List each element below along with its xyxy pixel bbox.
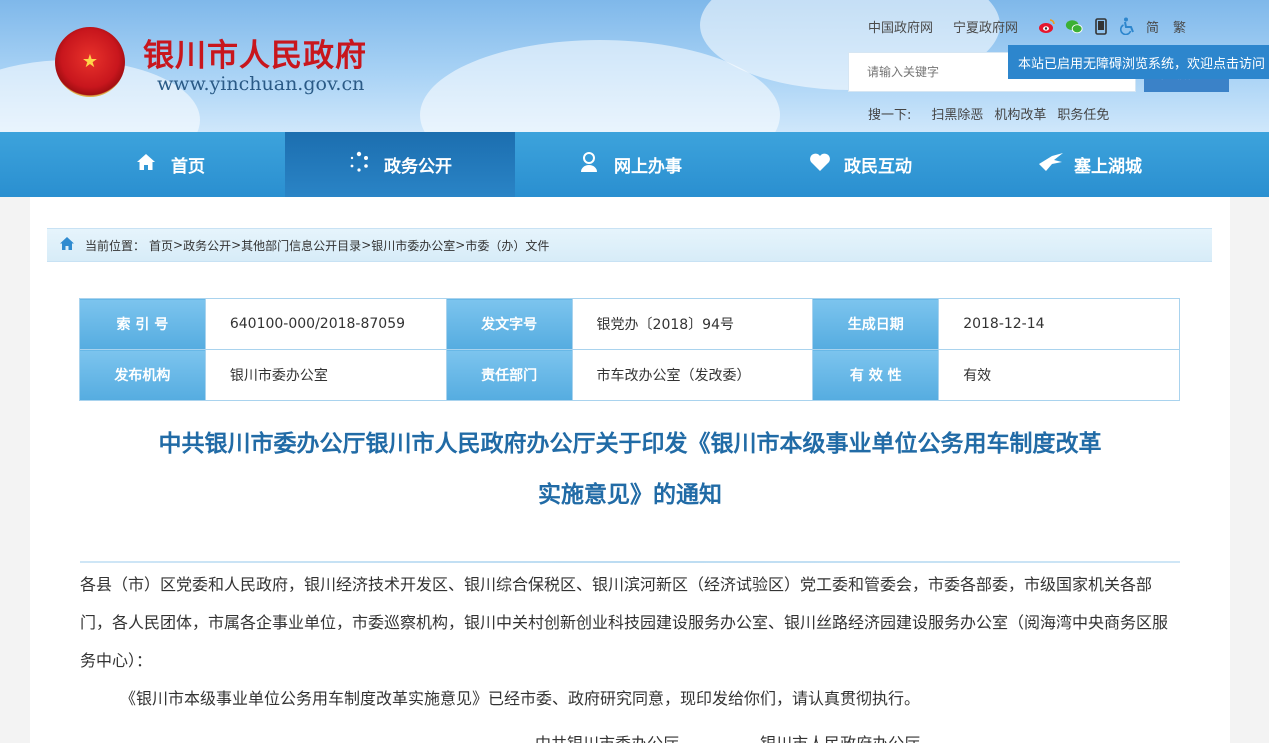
nav-label: 网上办事 [614,157,682,177]
hot-link-2[interactable]: 机构改革 [994,104,1046,123]
lang-simplified[interactable]: 简 [1146,17,1159,36]
meta-label: 索 引 号 [79,298,206,350]
meta-label: 有 效 性 [812,349,940,401]
breadcrumb-prefix: 当前位置： [85,238,146,253]
breadcrumb-item-home[interactable]: 首页 [149,237,173,254]
document-meta-table: 索 引 号 640100-000/2018-87059 发文字号 银党办〔201… [79,298,1180,401]
dots-icon [348,151,370,178]
nav-label: 政务公开 [384,157,452,177]
breadcrumb-item-documents[interactable]: 市委（办）文件 [465,237,549,254]
meta-label: 发布机构 [79,349,206,401]
nav-label: 首页 [171,157,205,177]
breadcrumb-separator: > [455,238,466,252]
breadcrumb-separator: > [231,238,242,252]
national-emblem-logo[interactable]: ★ [55,27,125,97]
table-row: 发布机构 银川市委办公室 责任部门 市车改办公室（发改委） 有 效 性 有效 [79,349,1180,401]
link-china-gov[interactable]: 中国政府网 [868,17,933,36]
document-title-line: 实施意见》的通知 [538,482,722,508]
hot-search-label: 搜一下: [868,108,912,123]
mobile-icon[interactable] [1092,17,1110,35]
meta-label: 生成日期 [812,298,940,350]
nav-item-online-services[interactable]: 网上办事 [515,132,745,197]
hot-link-3[interactable]: 职务任免 [1057,104,1109,123]
breadcrumb-item-office[interactable]: 银川市委办公室 [371,237,455,254]
breadcrumb-separator: > [361,238,372,252]
link-ningxia-gov[interactable]: 宁夏政府网 [953,17,1018,36]
nav-item-home[interactable]: 首页 [55,132,285,197]
nav-item-lake-city[interactable]: 塞上湖城 [975,132,1205,197]
meta-value-doc-number: 银党办〔2018〕94号 [571,298,814,350]
main-content: 当前位置： 首页 > 政务公开 > 其他部门信息公开目录 > 银川市委办公室 >… [30,197,1230,743]
meta-value-index: 640100-000/2018-87059 [204,298,447,350]
top-links: 中国政府网 宁夏政府网 简 繁 [868,16,1206,36]
hot-search-row: 搜一下: 扫黑除恶 机构改革 职务任免 [868,104,1120,123]
site-header: ★ 银川市人民政府 www.yinchuan.gov.cn 中国政府网 宁夏政府… [0,0,1269,132]
accessibility-icon[interactable] [1119,17,1137,35]
body-paragraph: 各县（市）区党委和人民政府，银川经济技术开发区、银川综合保税区、银川滨河新区（经… [80,575,1169,670]
meta-value-department: 市车改办公室（发改委） [571,349,814,401]
accessibility-tip[interactable]: 本站已启用无障碍浏览系统，欢迎点击访问 [1008,45,1269,79]
breadcrumb-separator: > [173,238,184,252]
wechat-icon[interactable] [1065,17,1083,35]
signature-left: 中共银川市委办公厅 [535,734,679,743]
divider [80,561,1180,563]
nav-item-gov-affairs[interactable]: 政务公开 [285,132,515,197]
meta-label: 发文字号 [445,298,573,350]
signature-row: 中共银川市委办公厅 银川市人民政府办公厅 [535,730,996,743]
document-title-line: 中共银川市委办公厅银川市人民政府办公厅关于印发《银川市本级事业单位公务用车制度改… [158,431,1102,457]
site-name[interactable]: 银川市人民政府 [143,30,367,75]
meta-label: 责任部门 [445,349,573,401]
person-icon [578,151,600,178]
document-title: 中共银川市委办公厅银川市人民政府办公厅关于印发《银川市本级事业单位公务用车制度改… [90,419,1170,521]
breadcrumb: 当前位置： 首页 > 政务公开 > 其他部门信息公开目录 > 银川市委办公室 >… [47,228,1212,262]
document-body: 各县（市）区党委和人民政府，银川经济技术开发区、银川综合保税区、银川滨河新区（经… [80,566,1180,718]
body-paragraph: 《银川市本级事业单位公务用车制度改革实施意见》已经市委、政府研究同意，现印发给你… [120,689,921,708]
site-url: www.yinchuan.gov.cn [157,73,365,95]
breadcrumb-item-directory[interactable]: 其他部门信息公开目录 [241,237,361,254]
breadcrumb-item-gov-affairs[interactable]: 政务公开 [183,237,231,254]
lang-traditional[interactable]: 繁 [1173,17,1186,36]
hot-link-1[interactable]: 扫黑除恶 [931,104,983,123]
signature-right: 银川市人民政府办公厅 [760,734,920,743]
table-row: 索 引 号 640100-000/2018-87059 发文字号 银党办〔201… [79,298,1180,350]
swallow-icon [1038,152,1063,177]
home-icon[interactable] [59,236,75,255]
main-nav: 首页 政务公开 网上办事 政民互动 塞上湖城 [0,132,1269,197]
meta-value-publisher: 银川市委办公室 [204,349,447,401]
heart-icon [808,152,830,177]
meta-value-date: 2018-12-14 [938,298,1180,350]
meta-value-validity: 有效 [938,349,1180,401]
nav-label: 政民互动 [844,157,912,177]
nav-item-interaction[interactable]: 政民互动 [745,132,975,197]
nav-label: 塞上湖城 [1074,157,1142,177]
weibo-icon[interactable] [1038,17,1056,35]
home-icon [135,153,157,176]
